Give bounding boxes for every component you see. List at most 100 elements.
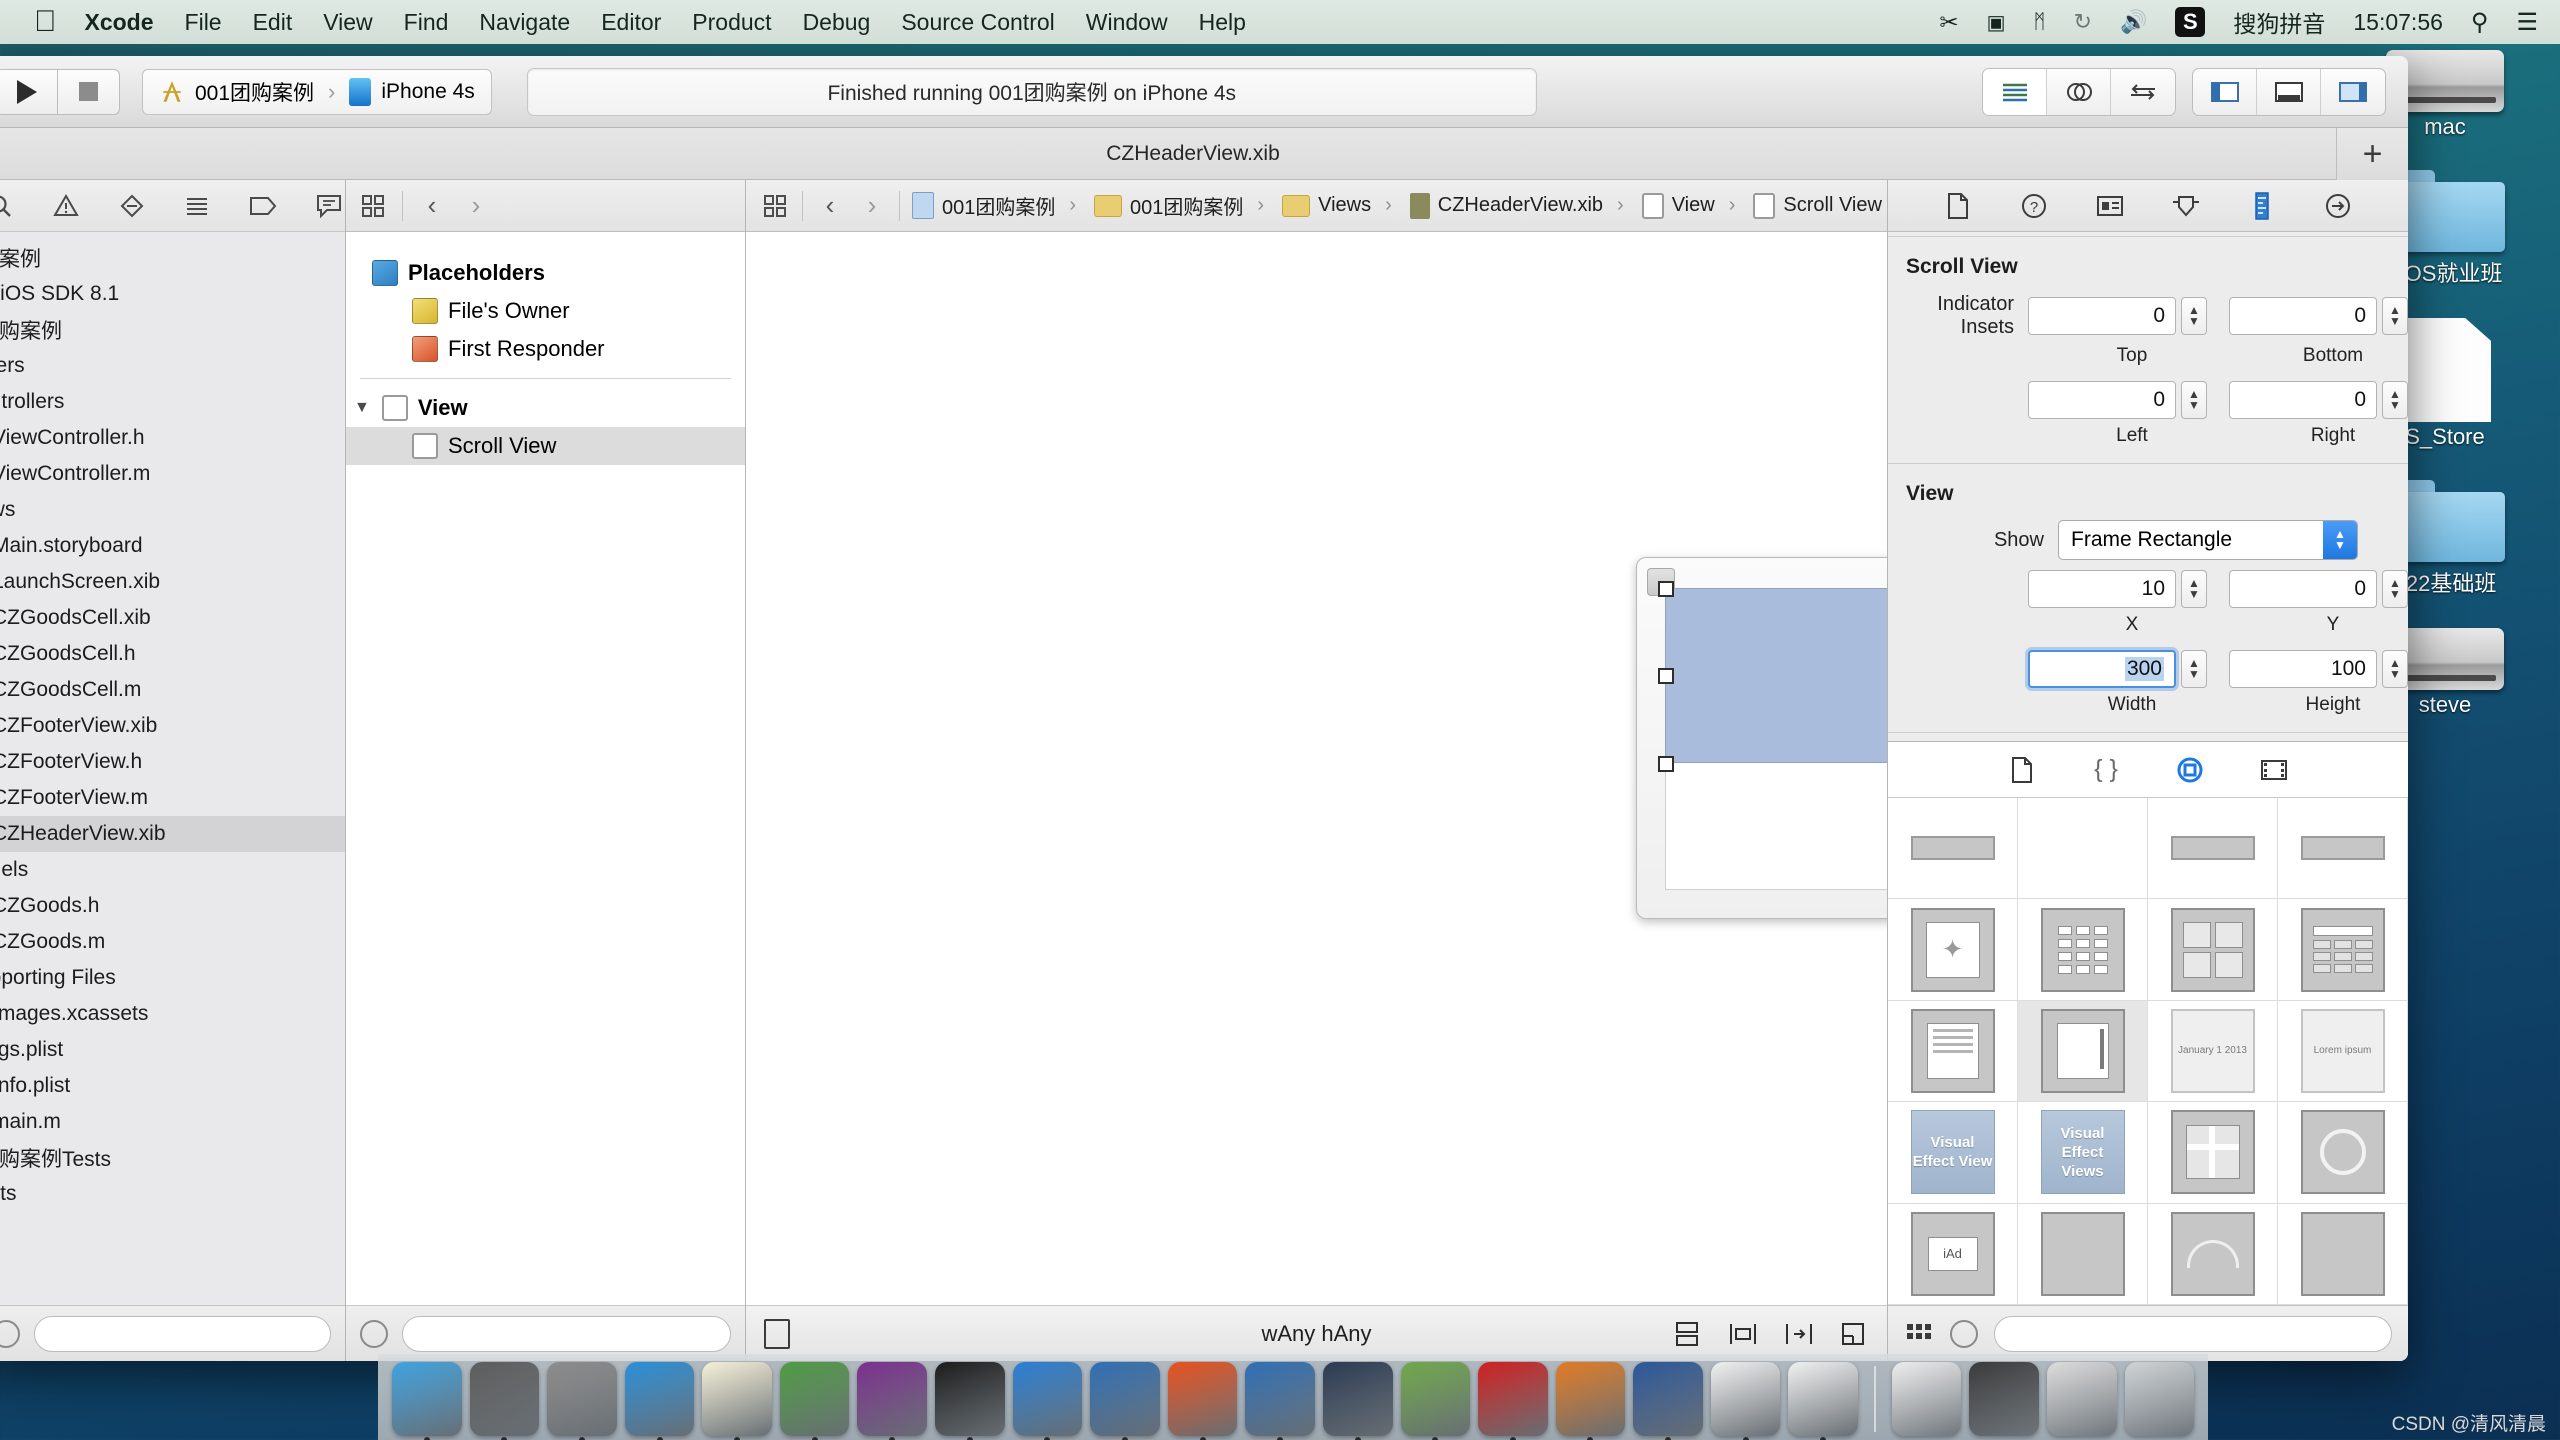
inset-left-input[interactable]: 0 <box>2028 381 2176 419</box>
filter-circle-icon[interactable] <box>1950 1319 1978 1348</box>
test-navigator-icon[interactable] <box>116 188 148 224</box>
scheme-selector[interactable]: 001团购案例 › iPhone 4s <box>142 68 492 115</box>
identity-inspector-icon[interactable] <box>2093 189 2127 223</box>
navigator-item[interactable]: ews <box>0 492 345 528</box>
navigator-item[interactable]: CZGoodsCell.xib <box>0 600 345 636</box>
menu-item-view[interactable]: View <box>323 9 372 36</box>
toggle-debug-area-icon[interactable] <box>2257 68 2321 115</box>
navigator-item[interactable]: main.m <box>0 1104 345 1140</box>
inset-bottom-input[interactable]: 0 <box>2229 297 2377 335</box>
resize-handle-bottom-left[interactable] <box>1658 756 1674 772</box>
menu-item-find[interactable]: Find <box>404 9 449 36</box>
stop-button[interactable] <box>58 68 120 115</box>
bluetooth-icon[interactable]: ᛗ <box>2034 11 2046 34</box>
media-library-icon[interactable] <box>2257 753 2291 787</box>
navigator-item[interactable]: ucts <box>0 1176 345 1212</box>
view-toggle-segmented-control[interactable] <box>2192 67 2386 116</box>
connections-inspector-icon[interactable] <box>2321 189 2355 223</box>
navigator-item[interactable]: CZGoodsCell.m <box>0 672 345 708</box>
breadcrumb-item-view[interactable]: View › <box>1641 192 1742 219</box>
navigator-filter-input[interactable] <box>34 1315 331 1352</box>
navigator-item[interactable]: CZFooterView.h <box>0 744 345 780</box>
library-object-cell[interactable] <box>2148 798 2278 900</box>
navigator-item[interactable]: Images.xcassets <box>0 996 345 1032</box>
dock-item-downloads[interactable] <box>1969 1362 2040 1436</box>
dock-item-sketch[interactable] <box>1400 1362 1471 1440</box>
sogou-input-badge[interactable]: S <box>2175 7 2206 37</box>
dock-item-word[interactable] <box>1633 1362 1703 1440</box>
navigator-item[interactable]: ViewController.h <box>0 420 345 456</box>
inset-bottom-field-group[interactable]: 0 ▲ ▼ <box>2229 297 2408 335</box>
navigator-item[interactable]: s, iOS SDK 8.1 <box>0 276 345 312</box>
library-object-cell[interactable] <box>2278 1102 2408 1204</box>
object-library-icon[interactable] <box>2173 753 2207 787</box>
menu-item-edit[interactable]: Edit <box>253 9 293 36</box>
dock-item-onenote[interactable] <box>857 1362 928 1440</box>
breakpoint-navigator-icon[interactable] <box>247 188 279 224</box>
dock-item-safari[interactable] <box>624 1362 695 1440</box>
library-object-cell[interactable] <box>2278 798 2408 900</box>
library-object-cell[interactable]: January 1 2013 <box>2148 1000 2278 1103</box>
inset-left-stepper[interactable]: ▲ ▼ <box>2181 381 2207 419</box>
scissors-icon[interactable]: ✂ <box>1939 9 1958 36</box>
library-object-cell[interactable] <box>2148 1102 2278 1204</box>
forward-icon[interactable]: › <box>461 190 491 221</box>
search-icon[interactable]: ⚲ <box>2471 8 2489 37</box>
file-template-library-icon[interactable] <box>2005 753 2039 787</box>
width-field-group[interactable]: 300 ▲ ▼ <box>2028 650 2207 688</box>
dock-item-finder[interactable] <box>392 1362 462 1440</box>
dock-item-movie[interactable] <box>1322 1362 1393 1440</box>
size-inspector-icon[interactable] <box>2245 189 2279 223</box>
resize-handle-middle-left[interactable] <box>1658 668 1674 684</box>
dock-item-firefox[interactable] <box>1555 1362 1626 1440</box>
filter-circle-icon[interactable] <box>360 1319 388 1348</box>
breadcrumb-item-views[interactable]: Views › <box>1282 194 1398 217</box>
library-object-cell[interactable] <box>2018 798 2148 900</box>
inset-right-stepper[interactable]: ▲ ▼ <box>2382 381 2408 419</box>
show-popup-button[interactable]: Frame Rectangle ▲ ▼ <box>2058 520 2358 560</box>
file-inspector-icon[interactable] <box>1941 189 1975 223</box>
object-library-grid[interactable]: ✦ January 1 2013 Lorem ipsum Visual Effect … <box>1888 798 2408 1305</box>
navigator-item[interactable]: 团购案例 <box>0 312 345 348</box>
library-object-cell[interactable] <box>1888 1000 2018 1103</box>
disclosure-triangle-icon[interactable]: ▼ <box>354 399 370 417</box>
dock-item-xcode[interactable] <box>1012 1362 1083 1440</box>
inset-right-input[interactable]: 0 <box>2229 381 2377 419</box>
library-object-cell[interactable] <box>2148 1203 2278 1305</box>
navigator-item[interactable]: CZFooterView.xib <box>0 708 345 744</box>
outline-row[interactable]: Scroll View <box>346 427 745 465</box>
dock-item-filezilla[interactable] <box>1478 1362 1548 1440</box>
clock[interactable]: 15:07:56 <box>2353 9 2443 36</box>
back-icon[interactable]: ‹ <box>815 190 845 221</box>
library-object-cell[interactable]: Visual Effect Views <box>2018 1102 2148 1204</box>
navigator-item[interactable]: upporting Files <box>0 960 345 996</box>
width-input[interactable]: 300 <box>2028 650 2176 688</box>
standard-editor-icon[interactable] <box>1983 68 2047 115</box>
dock-item-snipaste[interactable] <box>1245 1362 1315 1440</box>
x-input[interactable]: 10 <box>2028 570 2176 608</box>
navigator-item[interactable]: ontrollers <box>0 384 345 420</box>
menu-item-navigate[interactable]: Navigate <box>479 9 570 36</box>
menu-item-product[interactable]: Product <box>692 9 771 36</box>
attributes-inspector-icon[interactable] <box>2169 189 2203 223</box>
inset-top-field-group[interactable]: 0 ▲ ▼ <box>2028 297 2207 335</box>
breadcrumb-item-scroll-view[interactable]: Scroll View <box>1753 192 1882 219</box>
navigator-item[interactable]: 购案例 <box>0 240 345 276</box>
dock-item-parallels[interactable] <box>1167 1362 1238 1440</box>
navigator-item[interactable]: CZHeaderView.xib <box>0 816 345 852</box>
navigator-item[interactable]: Info.plist <box>0 1068 345 1104</box>
scroll-view-object[interactable]: UIScrollView <box>1665 588 1887 763</box>
dock-item-documents[interactable] <box>2047 1362 2117 1436</box>
dock-item-simulator[interactable] <box>1090 1362 1160 1440</box>
interface-builder-document[interactable]: UIScrollView <box>1636 557 1887 919</box>
dock-item-terminal[interactable] <box>935 1362 1005 1440</box>
dock-item-launchpad[interactable] <box>547 1362 617 1440</box>
dock-item-trash[interactable] <box>2124 1362 2195 1436</box>
menu-item-source-control[interactable]: Source Control <box>901 9 1054 36</box>
issue-navigator-icon[interactable] <box>50 188 82 224</box>
project-navigator-icon[interactable] <box>0 188 16 224</box>
input-method-label[interactable]: 搜狗拼音 <box>2233 5 2325 39</box>
menu-item-file[interactable]: File <box>185 9 222 36</box>
outline-row[interactable]: Placeholders <box>346 254 745 292</box>
toggle-utilities-icon[interactable] <box>2321 69 2385 115</box>
